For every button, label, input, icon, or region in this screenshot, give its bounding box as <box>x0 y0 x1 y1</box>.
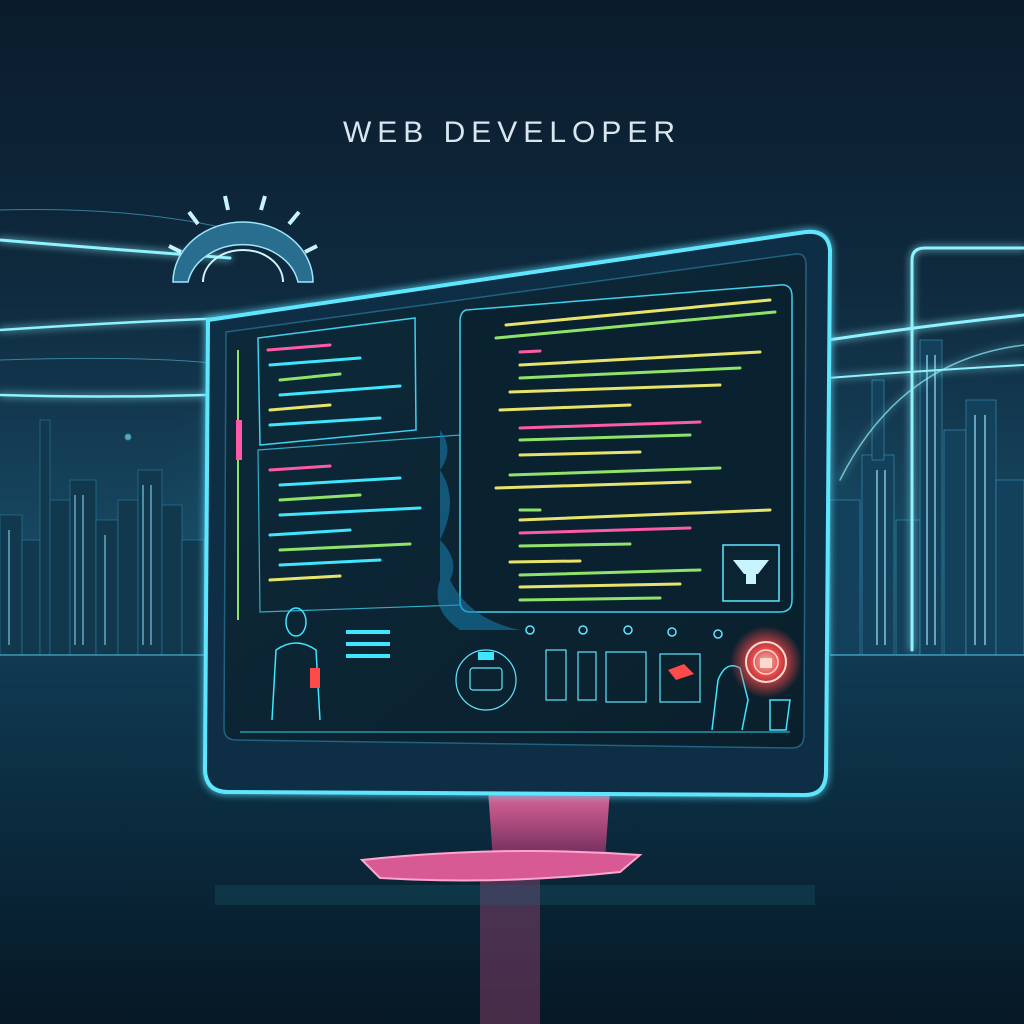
right-code-panel <box>459 284 793 613</box>
fingerprint-icon <box>730 626 802 698</box>
chip-icon <box>722 544 780 602</box>
illustration <box>0 195 1024 1024</box>
page-title: WEB DEVELOPER <box>342 116 682 149</box>
city-skyline-left <box>0 419 205 656</box>
gear-icon <box>168 195 318 283</box>
poster-scene: WEB DEVELOPER <box>0 0 1024 1024</box>
